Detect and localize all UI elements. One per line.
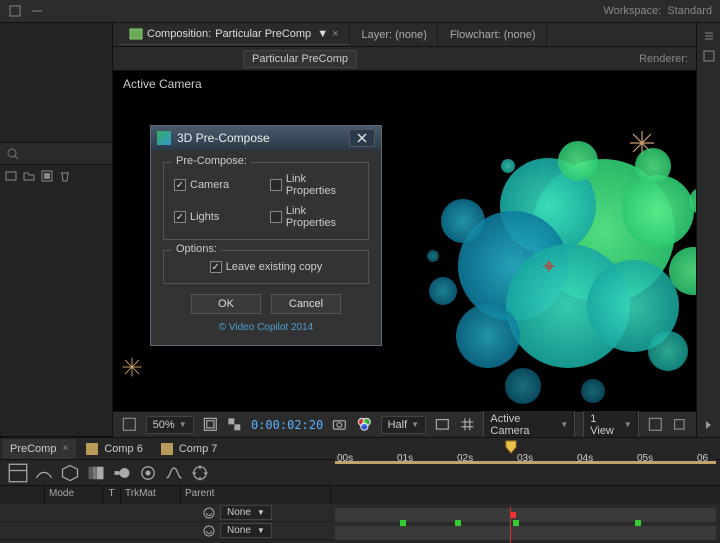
auto-keyframe-icon[interactable] [190, 463, 210, 483]
timeline-panel: PreComp × Comp 6 Comp 7 00s 01s 02s 03s [0, 437, 720, 543]
workspace-label: Workspace: [603, 5, 661, 17]
dialog-titlebar[interactable]: 3D Pre-Compose [151, 126, 381, 150]
precompose-legend: Pre-Compose: [172, 155, 251, 167]
cti-line [510, 507, 511, 543]
close-icon[interactable]: × [332, 28, 338, 40]
col-t[interactable]: T [103, 486, 121, 504]
spark-decoration [121, 356, 143, 381]
pickwhip-icon[interactable] [202, 524, 216, 538]
project-footer [0, 165, 112, 187]
new-comp-icon[interactable] [40, 169, 54, 183]
comp-icon [161, 443, 173, 455]
tool-icon[interactable] [30, 4, 44, 18]
viewer-footer-bar: 50%▼ 0:00:02:20 Half▼ Active Camera▼ 1 V… [113, 411, 696, 437]
dialog-3d-precompose: 3D Pre-Compose Pre-Compose: Camera Link … [150, 125, 382, 346]
cancel-button[interactable]: Cancel [271, 294, 341, 314]
current-time-indicator[interactable] [505, 440, 517, 454]
trash-icon[interactable] [58, 169, 72, 183]
motion-blur-icon[interactable] [112, 463, 132, 483]
timeline-tab-comp6[interactable]: Comp 6 [78, 439, 151, 459]
timeline-tab-comp7[interactable]: Comp 7 [153, 439, 226, 459]
timeline-toolbar: 00s 01s 02s 03s 04s 05s 06 [0, 460, 720, 486]
timecode[interactable]: 0:00:02:20 [251, 418, 323, 432]
search-icon [6, 147, 20, 161]
timeline-tab-precomp[interactable]: PreComp × [2, 439, 76, 459]
dialog-title: 3D Pre-Compose [177, 131, 270, 145]
interpret-footage-icon[interactable] [4, 169, 18, 183]
chevron-down-icon[interactable]: ▼ [317, 28, 328, 40]
app-topbar: Workspace: Standard [0, 0, 720, 23]
views-dropdown[interactable]: 1 View▼ [583, 410, 638, 440]
renderer-label[interactable]: Renderer: [639, 53, 688, 65]
workspace-value: Standard [667, 5, 712, 17]
graph-editor-icon[interactable] [164, 463, 184, 483]
col-trkmat[interactable]: TrkMat [121, 486, 181, 504]
composition-prefix: Composition: [147, 28, 211, 40]
tab-flowchart[interactable]: Flowchart: (none) [440, 25, 547, 45]
checkbox-lights[interactable]: Lights [174, 205, 262, 229]
snapshot-icon[interactable] [331, 416, 348, 434]
pickwhip-icon[interactable] [202, 506, 216, 520]
subtab-comp[interactable]: Particular PreComp [243, 50, 357, 68]
project-panel [0, 23, 113, 437]
shy-icon[interactable] [34, 463, 54, 483]
fieldset-precompose: Pre-Compose: Camera Link Properties Ligh… [163, 162, 369, 240]
timeline-track-area[interactable] [335, 507, 716, 543]
draft3d-icon[interactable] [60, 463, 80, 483]
extra-view-icon[interactable] [671, 416, 688, 434]
tab-layer[interactable]: Layer: (none) [352, 25, 438, 45]
viewer-tabs: Composition: Particular PreComp ▼ × Laye… [113, 23, 696, 47]
checkbox-link-props-camera[interactable]: Link Properties [270, 173, 358, 197]
workspace-selector[interactable]: Workspace: Standard [603, 5, 712, 17]
panel-icon[interactable] [702, 49, 716, 63]
dialog-app-icon [157, 131, 171, 145]
timeline-columns: Mode T TrkMat Parent [0, 486, 720, 504]
close-icon[interactable]: × [62, 443, 68, 454]
always-preview-icon[interactable] [121, 416, 138, 434]
project-empty-area [0, 23, 112, 143]
right-gutter [696, 23, 720, 437]
parent-dropdown[interactable]: None▼ [220, 505, 272, 520]
tab-composition[interactable]: Composition: Particular PreComp ▼ × [119, 25, 350, 45]
camera-dropdown[interactable]: Active Camera▼ [483, 410, 575, 440]
project-search[interactable] [0, 143, 112, 165]
timeline-ruler[interactable]: 00s 01s 02s 03s 04s 05s 06 [335, 438, 716, 464]
expand-right-icon[interactable] [706, 421, 711, 429]
comp-icon [129, 27, 143, 41]
resolution-dropdown[interactable]: Half▼ [381, 416, 426, 434]
extra-view-icon[interactable] [647, 416, 664, 434]
tool-icon[interactable] [8, 4, 22, 18]
col-mode[interactable]: Mode [45, 486, 103, 504]
frame-blend-icon[interactable] [86, 463, 106, 483]
zoom-dropdown[interactable]: 50%▼ [146, 416, 194, 434]
composition-name: Particular PreComp [215, 28, 311, 40]
active-camera-label: Active Camera [123, 77, 202, 91]
comp-subtabs: Particular PreComp Renderer: [113, 47, 696, 71]
col-parent[interactable]: Parent [181, 486, 331, 504]
comp-mini-icon[interactable] [8, 463, 28, 483]
particle-render [393, 111, 696, 411]
fast-previews-icon[interactable] [434, 416, 451, 434]
checkbox-link-props-lights[interactable]: Link Properties [270, 205, 358, 229]
comp-icon [86, 443, 98, 455]
region-of-interest-icon[interactable] [202, 416, 219, 434]
checkbox-leave-existing[interactable]: Leave existing copy [210, 261, 323, 273]
close-button[interactable] [349, 129, 375, 147]
grid-toggle-icon[interactable] [459, 416, 476, 434]
panel-menu-icon[interactable] [702, 29, 716, 43]
brainstorm-icon[interactable] [138, 463, 158, 483]
dialog-copyright: © Video Copilot 2014 [163, 322, 369, 333]
show-channel-icon[interactable] [356, 416, 373, 434]
parent-dropdown[interactable]: None▼ [220, 523, 272, 538]
transparency-grid-icon[interactable] [226, 416, 243, 434]
new-folder-icon[interactable] [22, 169, 36, 183]
checkbox-camera[interactable]: Camera [174, 173, 262, 197]
options-legend: Options: [172, 243, 221, 255]
fieldset-options: Options: Leave existing copy [163, 250, 369, 284]
ok-button[interactable]: OK [191, 294, 261, 314]
